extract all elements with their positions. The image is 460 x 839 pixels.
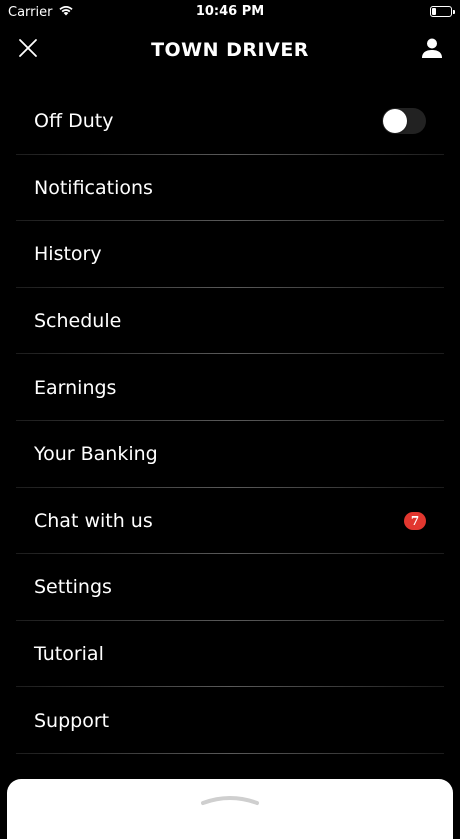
menu-item-label: Earnings [34,376,117,399]
menu-item-label: Your Banking [34,443,158,466]
menu-item-earnings[interactable]: Earnings [16,354,444,421]
page-title: TOWN DRIVER [151,39,309,61]
menu-item-label: Notifications [34,176,153,199]
status-time: 10:46 PM [195,4,265,19]
menu-item-settings[interactable]: Settings [16,554,444,621]
menu-item-history[interactable]: History [16,221,444,288]
menu-item-label: Off Duty [34,110,114,133]
menu-item-support[interactable]: Support [16,687,444,754]
menu-item-tutorial[interactable]: Tutorial [16,621,444,688]
menu-item-label: Support [34,709,110,732]
menu-item-chat-with-us[interactable]: Chat with us 7 [16,488,444,555]
profile-button[interactable] [418,36,446,64]
menu-item-notifications[interactable]: Notifications [16,155,444,222]
menu-item-schedule[interactable]: Schedule [16,288,444,355]
menu-item-label: Chat with us [34,509,153,532]
side-menu: Off Duty Notifications History Schedule … [16,88,444,754]
battery-icon [430,6,455,17]
bottom-sheet[interactable] [7,779,453,839]
battery-level [432,8,436,15]
unread-badge: 7 [404,511,426,530]
off-duty-toggle[interactable] [382,108,426,135]
nav-header: TOWN DRIVER [0,26,460,76]
status-right [430,6,455,17]
menu-item-off-duty[interactable]: Off Duty [16,88,444,155]
menu-item-label: History [34,243,102,266]
menu-item-label: Settings [34,576,112,599]
status-bar: Carrier 10:46 PM [0,0,460,26]
chevron-up-icon[interactable] [200,793,260,807]
menu-item-label: Tutorial [34,643,104,666]
menu-item-label: Schedule [34,310,122,333]
toggle-knob [383,109,407,134]
person-icon [421,37,443,63]
menu-item-your-banking[interactable]: Your Banking [16,421,444,488]
